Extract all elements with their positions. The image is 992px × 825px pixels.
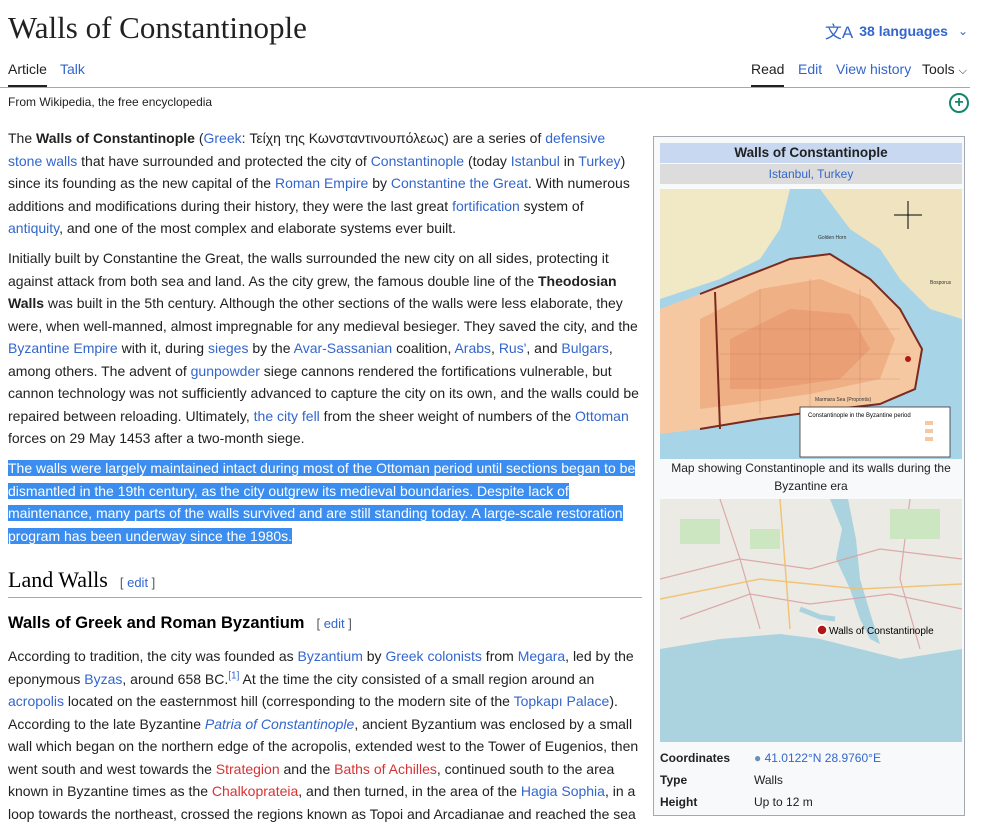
edit-section-link[interactable]: [ edit ] (120, 575, 155, 590)
selected-text[interactable]: The walls were largely maintained intact… (8, 460, 636, 544)
paragraph-intro: The Walls of Constantinople (Greek: Τείχ… (8, 130, 630, 236)
languages-button[interactable]: 文A 38 languages ⌄ (825, 18, 968, 43)
infobox-value: Walls (754, 773, 783, 787)
link-hagia-sophia[interactable]: Hagia Sophia (521, 783, 605, 799)
link-acropolis[interactable]: acropolis (8, 693, 64, 709)
tab-read[interactable]: Read (751, 60, 785, 87)
tab-talk[interactable]: Talk (60, 60, 85, 85)
location-map[interactable]: Walls of Constantinople (660, 499, 962, 742)
link-istanbul[interactable]: Istanbul (511, 153, 560, 169)
link-arabs[interactable]: Arabs (454, 340, 491, 356)
map-label-marmara: Marmara Sea (Propontis) (815, 397, 871, 403)
link-byzantine-empire[interactable]: Byzantine Empire (8, 340, 118, 356)
globe-icon: ● (754, 751, 762, 765)
tagline: From Wikipedia, the free encyclopedia (8, 95, 213, 109)
link-city-fell[interactable]: the city fell (254, 408, 320, 424)
tools-menu[interactable]: Tools ⌵ (922, 60, 967, 87)
redlink-strategion[interactable]: Strategion (216, 761, 280, 777)
redlink-chalkoprateia[interactable]: Chalkoprateia (212, 783, 298, 799)
heading-greek-roman: Walls of Greek and Roman Byzantium[ edit… (8, 614, 352, 632)
add-icon[interactable]: + (949, 93, 969, 113)
translate-icon: 文A (824, 23, 854, 42)
tab-view-history[interactable]: View history (836, 60, 911, 85)
location-marker-icon[interactable] (816, 624, 828, 636)
infobox: Walls of Constantinople Istanbul, Turkey… (653, 136, 965, 816)
page-tabs: Article Talk Read Edit View history Tool… (0, 56, 970, 88)
infobox-value: Up to 12 m (754, 795, 813, 809)
link-rus[interactable]: Rus' (499, 340, 527, 356)
link-antiquity[interactable]: antiquity (8, 220, 59, 236)
languages-label: 38 languages (859, 22, 948, 39)
tools-label: Tools (922, 61, 955, 77)
infobox-key: Height (660, 795, 698, 809)
link-avar-sassanian[interactable]: Avar-Sassanian (294, 340, 393, 356)
link-fortification[interactable]: fortification (452, 198, 520, 214)
link-byzantium[interactable]: Byzantium (298, 648, 363, 664)
chevron-down-icon: ⌵ (958, 65, 967, 77)
link-byzas[interactable]: Byzas (84, 671, 122, 687)
infobox-key: Type (660, 773, 688, 787)
link-greek-colonists[interactable]: Greek colonists (385, 648, 481, 664)
heading-land-walls: Land Walls[ edit ] (8, 567, 642, 598)
link-topkapi[interactable]: Topkapı Palace (514, 693, 610, 709)
infobox-title: Walls of Constantinople (660, 143, 962, 163)
map-marker-label: Walls of Constantinople (829, 626, 934, 637)
link-constantinople[interactable]: Constantinople (371, 153, 464, 169)
coordinates-value[interactable]: ● 41.0122°N 28.9760°E (754, 749, 881, 767)
map-label-bosporus: Bosporus (930, 280, 952, 286)
tab-article[interactable]: Article (8, 60, 47, 87)
link-roman-empire[interactable]: Roman Empire (275, 175, 368, 191)
link-constantine[interactable]: Constantine the Great (391, 175, 528, 191)
byzantine-map-image[interactable]: Constantinople in the Byzantine period G… (660, 189, 962, 459)
edit-section-link[interactable]: [ edit ] (316, 616, 351, 631)
paragraph-ottoman-selected: The walls were largely maintained intact… (8, 457, 642, 547)
page-title: Walls of Constantinople (8, 10, 307, 45)
link-greek[interactable]: Greek (204, 130, 242, 146)
link-ottoman[interactable]: Ottoman (575, 408, 629, 424)
link-turkey[interactable]: Turkey (578, 153, 620, 169)
link-bulgars[interactable]: Bulgars (561, 340, 608, 356)
link-istanbul[interactable]: Istanbul (769, 167, 811, 181)
link-gunpowder[interactable]: gunpowder (191, 363, 260, 379)
redlink-baths-achilles[interactable]: Baths of Achilles (334, 761, 437, 777)
link-patria[interactable]: Patria of Constantinople (205, 716, 354, 732)
link-turkey[interactable]: Turkey (817, 167, 853, 181)
link-megara[interactable]: Megara (518, 648, 565, 664)
map-caption: Map showing Constantinople and its walls… (671, 461, 951, 493)
link-sieges[interactable]: sieges (208, 340, 248, 356)
tab-edit[interactable]: Edit (798, 60, 822, 85)
map-legend-title: Constantinople in the Byzantine period (808, 413, 911, 419)
citation-1[interactable]: [1] (228, 670, 239, 681)
infobox-location: Istanbul, Turkey (660, 164, 962, 184)
infobox-key: Coordinates (660, 751, 731, 765)
paragraph-history: Initially built by Constantine the Great… (8, 250, 639, 446)
map-label-golden-horn: Golden Horn (818, 235, 847, 241)
paragraph-byzantium: According to tradition, the city was fou… (8, 648, 639, 822)
chevron-down-icon: ⌄ (957, 23, 968, 38)
